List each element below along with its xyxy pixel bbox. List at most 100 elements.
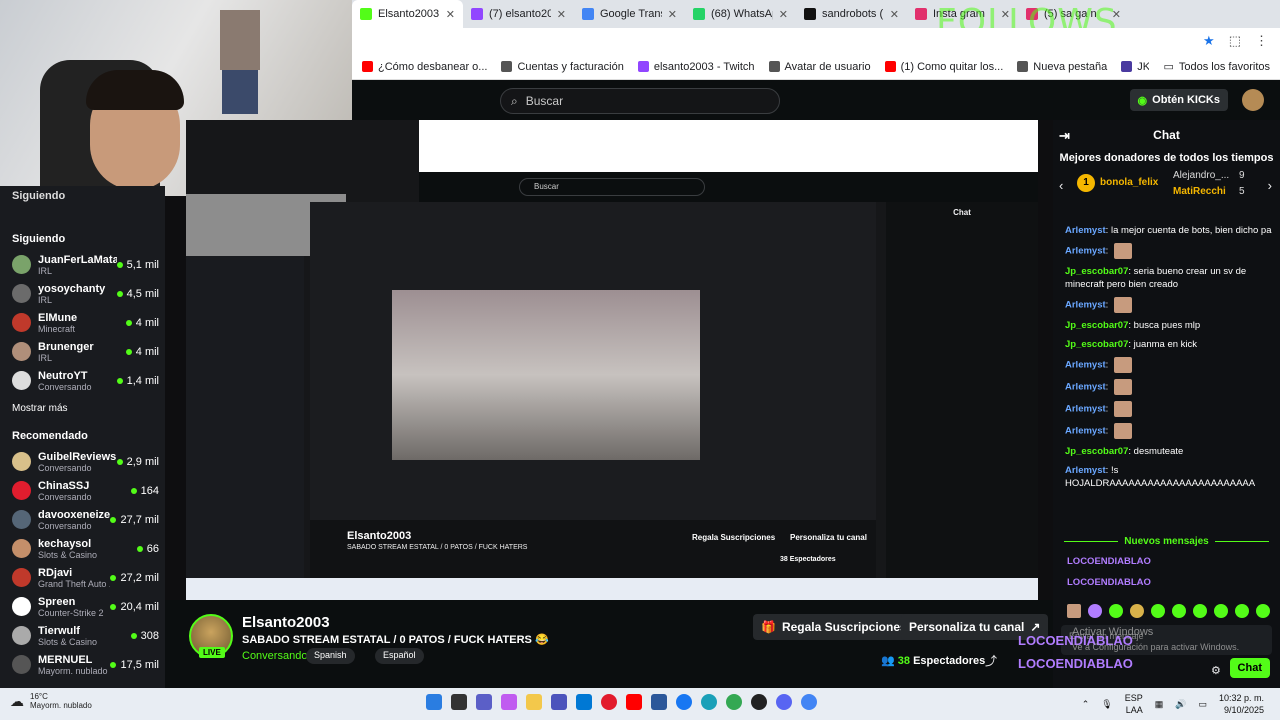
close-tab-icon[interactable]: ✕: [557, 8, 566, 21]
copilot-icon[interactable]: [501, 694, 517, 710]
browser-tab[interactable]: (68) WhatsApp ✕: [685, 0, 796, 28]
sidebar-channel-tierwulf[interactable]: Tierwulf Slots & Casino 308: [0, 621, 165, 650]
network-icon[interactable]: ▦: [1155, 699, 1164, 710]
opera-icon[interactable]: [601, 694, 617, 710]
sidebar-channel-elmune[interactable]: ElMune Minecraft 4 mil: [0, 308, 165, 337]
app-icon[interactable]: [751, 694, 767, 710]
search-input[interactable]: ⌕ Buscar: [500, 88, 780, 114]
close-tab-icon[interactable]: ✕: [668, 8, 677, 21]
browser-tab[interactable]: sandrobots (@sa ✕: [796, 0, 907, 28]
tray-chevron-icon[interactable]: ⌃: [1082, 699, 1090, 710]
collapse-chat-icon[interactable]: ⇥: [1059, 128, 1070, 144]
facebook-icon[interactable]: [676, 694, 692, 710]
chat-username[interactable]: Jp_escobar07: [1065, 320, 1128, 331]
chat-username[interactable]: Arlemyst: [1065, 465, 1106, 476]
settings-icon[interactable]: ⚙: [1211, 664, 1221, 677]
chat-app-icon[interactable]: [476, 694, 492, 710]
bookmark-item[interactable]: Avatar de usuario: [768, 61, 871, 73]
close-tab-icon[interactable]: ✕: [890, 8, 899, 21]
emote-icon[interactable]: [1130, 604, 1144, 618]
bookmark-item[interactable]: Nueva pestaña: [1017, 61, 1107, 73]
sidebar-channel-guibelreviews[interactable]: GuibelReviews...Conversando 2,9 mil: [0, 447, 165, 476]
file-explorer-icon[interactable]: [451, 694, 467, 710]
chat-username[interactable]: Jp_escobar07: [1065, 266, 1128, 277]
next-arrow-icon[interactable]: ›: [1268, 178, 1272, 193]
prev-arrow-icon[interactable]: ‹: [1059, 178, 1063, 193]
clock[interactable]: 10:32 p. m. 9/10/2025: [1219, 692, 1264, 716]
mic-icon[interactable]: 🎙: [1101, 699, 1112, 710]
bookmark-item[interactable]: Cuentas y facturación: [501, 61, 624, 73]
sidebar-channel-yosoychanty[interactable]: yosoychanty IRL 4,5 mil: [0, 279, 165, 308]
battery-icon[interactable]: ▭: [1198, 699, 1207, 710]
language-indicator[interactable]: ESP LAA: [1125, 692, 1143, 716]
emote-icon[interactable]: [1151, 604, 1165, 618]
chrome-active-icon[interactable]: [801, 694, 817, 710]
weather-widget[interactable]: ☁ 16°C Mayorm. nublado: [10, 692, 92, 710]
sidebar-channel-rdjavi[interactable]: RDjavi Grand Theft Auto ... 27,2 mil: [0, 563, 165, 592]
close-tab-icon[interactable]: ✕: [779, 8, 788, 21]
get-kicks-button[interactable]: ◉ Obtén KICKs: [1129, 89, 1228, 111]
emote-icon[interactable]: [1109, 604, 1123, 618]
chat-username[interactable]: Arlemyst: [1065, 300, 1106, 311]
emote-icon[interactable]: [1172, 604, 1186, 618]
chat-username[interactable]: Jp_escobar07: [1065, 446, 1128, 457]
chrome-icon[interactable]: [726, 694, 742, 710]
chat-username[interactable]: LOCOENDIABLAO: [1067, 556, 1151, 567]
chat-username[interactable]: Arlemyst: [1065, 360, 1106, 371]
share-icon[interactable]: ⤴: [985, 652, 997, 669]
teams-icon[interactable]: [551, 694, 567, 710]
star-icon[interactable]: ★: [1203, 33, 1215, 49]
emote-icon[interactable]: [1088, 604, 1102, 618]
emote-icon[interactable]: [1235, 604, 1249, 618]
bookmark-item[interactable]: ¿Cómo desbanear o...: [362, 61, 487, 73]
edge-icon[interactable]: [701, 694, 717, 710]
browser-tab[interactable]: Google Translate ✕: [574, 0, 685, 28]
menu-icon[interactable]: ⋮: [1255, 33, 1268, 49]
store-icon[interactable]: [576, 694, 592, 710]
emote-icon[interactable]: [1067, 604, 1081, 618]
tag-spanish[interactable]: Spanish: [306, 648, 355, 664]
viewer-count-text: 66: [146, 542, 159, 555]
chat-username[interactable]: Arlemyst: [1065, 382, 1106, 393]
browser-tab[interactable]: Elsanto2003 Strea ✕: [352, 0, 463, 28]
chat-username[interactable]: Arlemyst: [1065, 225, 1106, 236]
sidebar-channel-davooxeneize[interactable]: davooxeneize Conversando 27,7 mil: [0, 505, 165, 534]
bookmark-item[interactable]: (1) Como quitar los...: [884, 61, 1003, 73]
sidebar-channel-juanferlamata[interactable]: JuanFerLaMata IRL 5,1 mil: [0, 250, 165, 279]
chat-username[interactable]: Arlemyst: [1065, 404, 1106, 415]
all-favorites-folder[interactable]: ▭ Todos los favoritos: [1163, 60, 1270, 74]
sidebar-following-collapsed[interactable]: Siguiendo: [0, 186, 165, 208]
word-icon[interactable]: [651, 694, 667, 710]
stream-category[interactable]: Conversando: [242, 650, 307, 662]
sidebar-channel-neutroyt[interactable]: NeutroYT Conversando 1,4 mil: [0, 366, 165, 395]
extension-icon[interactable]: ⬚: [1229, 33, 1241, 49]
sidebar-channel-chinassj[interactable]: ChinaSSJ Conversando 164: [0, 476, 165, 505]
emote-icon[interactable]: [1256, 604, 1270, 618]
sidebar-channel-mernuel[interactable]: MERNUEL Mayorm. nublado 17,5 mil: [0, 650, 165, 679]
user-avatar[interactable]: [1242, 89, 1264, 111]
chat-username[interactable]: LOCOENDIABLAO: [1067, 577, 1151, 588]
sidebar-channel-kechaysol[interactable]: kechaysol Slots & Casino 66: [0, 534, 165, 563]
close-tab-icon[interactable]: ✕: [446, 8, 455, 21]
bookmark-item[interactable]: JKLM.FUN: Party ga...: [1121, 61, 1149, 73]
emote-icon[interactable]: [1214, 604, 1228, 618]
chat-username[interactable]: Arlemyst: [1065, 426, 1106, 437]
discord-icon[interactable]: [776, 694, 792, 710]
gift-subs-button[interactable]: 🎁 Regala Suscripciones: [753, 614, 915, 640]
folder-icon[interactable]: [526, 694, 542, 710]
tag-espanol[interactable]: Español: [375, 648, 424, 664]
sidebar-channel-brunenger[interactable]: Brunenger IRL 4 mil: [0, 337, 165, 366]
bookmark-item[interactable]: elsanto2003 - Twitch: [637, 61, 755, 73]
browser-tab[interactable]: (7) elsanto2003 - ✕: [463, 0, 574, 28]
youtube-icon[interactable]: [626, 694, 642, 710]
show-more-link[interactable]: Mostrar más: [0, 395, 165, 417]
sidebar-channel-spreen[interactable]: Spreen Counter-Strike 2 20,4 mil: [0, 592, 165, 621]
chat-username[interactable]: Jp_escobar07: [1065, 339, 1128, 350]
volume-icon[interactable]: 🔊: [1175, 699, 1186, 710]
send-chat-button[interactable]: Chat: [1229, 658, 1270, 678]
windows-start-icon[interactable]: [426, 694, 442, 710]
chat-username[interactable]: Arlemyst: [1065, 246, 1106, 257]
emote-icon[interactable]: [1193, 604, 1207, 618]
video-player[interactable]: Buscar Chat Elsanto2003 SABADO STREAM ES…: [186, 120, 1038, 600]
channel-name[interactable]: Elsanto2003: [242, 614, 330, 631]
